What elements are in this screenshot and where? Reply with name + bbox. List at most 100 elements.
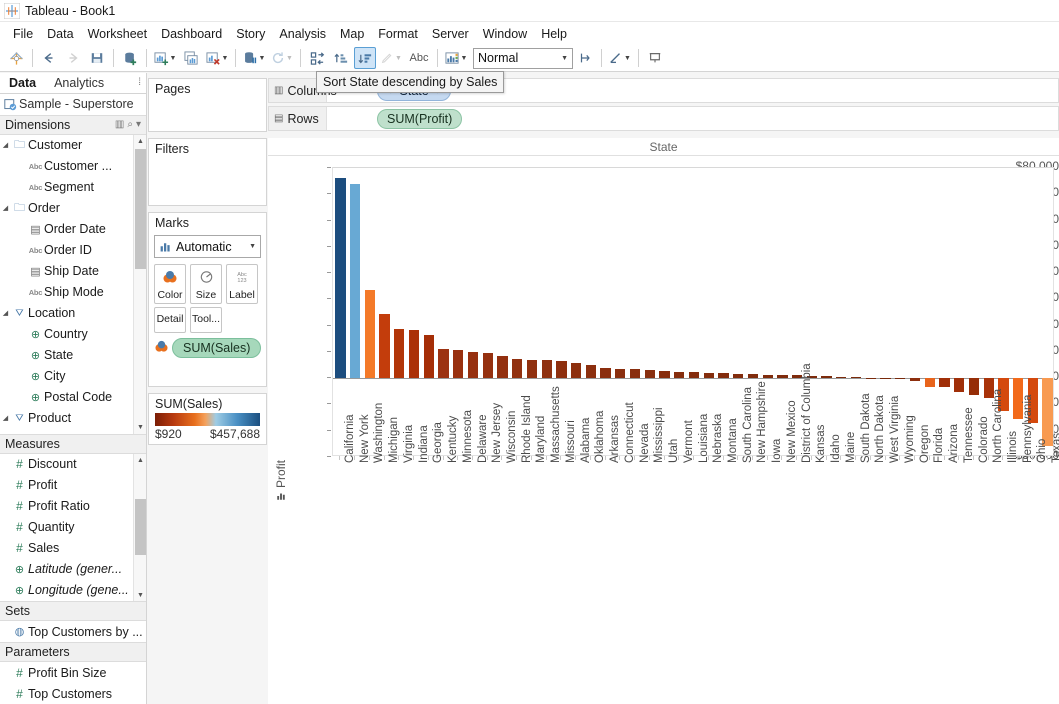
expand-arrow-icon[interactable]: ◢	[0, 141, 11, 149]
bar[interactable]	[821, 376, 831, 378]
bar[interactable]	[527, 360, 537, 378]
measures-list[interactable]: #Discount#Profit#Profit Ratio#Quantity#S…	[0, 454, 146, 602]
chevron-down-icon[interactable]: ▼	[259, 55, 266, 62]
dimensions-list[interactable]: ◢🗀CustomerAbcCustomer ...AbcSegment◢🗀Ord…	[0, 135, 146, 434]
sort-ascending-icon[interactable]	[330, 47, 352, 69]
back-arrow-icon[interactable]	[38, 47, 60, 69]
menu-item-help[interactable]: Help	[534, 24, 574, 44]
field-item[interactable]: #Quantity	[0, 517, 146, 538]
field-item[interactable]: ▤Ship Date	[0, 261, 146, 282]
chevron-down-icon[interactable]: ▼	[286, 55, 293, 62]
scrollbar-thumb[interactable]	[135, 499, 146, 555]
chevron-down-icon[interactable]: ▾	[136, 119, 141, 130]
bar[interactable]	[497, 356, 507, 378]
new-worksheet-icon[interactable]: ▼	[152, 47, 178, 69]
menu-item-dashboard[interactable]: Dashboard	[154, 24, 229, 44]
expand-arrow-icon[interactable]: ◢	[0, 309, 11, 317]
bar[interactable]	[600, 368, 610, 379]
scrollbar[interactable]: ▲▼	[133, 454, 146, 602]
save-icon[interactable]	[86, 47, 108, 69]
group-by-folder-icon[interactable]: ▥	[115, 119, 124, 130]
field-item[interactable]: #Discount	[0, 454, 146, 475]
size-button[interactable]: Size	[190, 264, 222, 304]
field-item[interactable]: #Profit	[0, 475, 146, 496]
bar[interactable]	[453, 350, 463, 378]
chevron-down-icon[interactable]: ▼	[222, 55, 229, 62]
menu-item-file[interactable]: File	[6, 24, 40, 44]
sort-descending-icon[interactable]	[354, 47, 376, 69]
bar[interactable]	[954, 378, 964, 392]
scrollbar-thumb[interactable]	[135, 149, 146, 269]
menu-item-story[interactable]: Story	[229, 24, 272, 44]
chevron-down-icon[interactable]: ▼	[249, 243, 256, 250]
scroll-up-arrow-icon[interactable]: ▲	[134, 454, 146, 467]
detail-button[interactable]: Detail	[154, 307, 186, 333]
bar[interactable]	[586, 365, 596, 378]
field-item[interactable]: ⊕State	[0, 345, 146, 366]
tab-analytics[interactable]: Analytics	[45, 74, 113, 92]
menu-item-map[interactable]: Map	[333, 24, 371, 44]
bar[interactable]	[645, 370, 655, 378]
field-item[interactable]: #Profit Bin Size	[0, 662, 146, 683]
swap-rows-columns-icon[interactable]	[306, 47, 328, 69]
field-item[interactable]: ◢⛛Product	[0, 408, 146, 429]
bar[interactable]	[335, 178, 345, 379]
bar[interactable]	[880, 378, 890, 379]
bar[interactable]	[468, 352, 478, 378]
field-item[interactable]: ◍Top Customers by ...	[0, 621, 146, 642]
highlight-icon[interactable]: ▼	[378, 47, 404, 69]
bar[interactable]	[939, 378, 949, 387]
rows-shelf[interactable]: ▤ Rows SUM(Profit)	[268, 106, 1059, 131]
new-data-source-icon[interactable]	[119, 47, 141, 69]
bar[interactable]	[556, 361, 566, 378]
bar[interactable]	[748, 374, 758, 378]
field-item[interactable]: AbcSegment	[0, 177, 146, 198]
refresh-icon[interactable]: ▼	[269, 47, 295, 69]
bar[interactable]	[763, 375, 773, 378]
tableau-home-icon[interactable]	[5, 47, 27, 69]
tab-data[interactable]: Data	[0, 74, 45, 92]
bar[interactable]	[438, 349, 448, 378]
chevron-down-icon[interactable]: ▼	[624, 55, 631, 62]
show-me-icon[interactable]: ▼	[443, 47, 469, 69]
menu-item-worksheet[interactable]: Worksheet	[81, 24, 155, 44]
rows-shelf-drop[interactable]: SUM(Profit)	[327, 109, 1058, 129]
bar[interactable]	[365, 290, 375, 378]
bar[interactable]	[777, 375, 787, 378]
bar[interactable]	[925, 378, 935, 387]
chevron-down-icon[interactable]: ▼	[461, 55, 468, 62]
forward-arrow-icon[interactable]	[62, 47, 84, 69]
field-item[interactable]: AbcOrder ID	[0, 240, 146, 261]
bar[interactable]	[571, 363, 581, 378]
field-item[interactable]: ⊕City	[0, 366, 146, 387]
menu-item-data[interactable]: Data	[40, 24, 80, 44]
bar[interactable]	[483, 353, 493, 379]
field-item[interactable]: #Top Customers	[0, 683, 146, 704]
field-item[interactable]: ◢🗀Order	[0, 198, 146, 219]
fit-select[interactable]: Normal ▼	[473, 48, 573, 69]
expand-arrow-icon[interactable]: ◢	[0, 204, 11, 212]
bar[interactable]	[674, 372, 684, 378]
sets-list[interactable]: ◍Top Customers by ...	[0, 621, 146, 642]
parameters-list[interactable]: #Profit Bin Size#Top Customers	[0, 662, 146, 704]
bar[interactable]	[733, 374, 743, 379]
pause-auto-update-icon[interactable]: ▼	[241, 47, 267, 69]
field-item[interactable]: AbcCustomer ...	[0, 156, 146, 177]
field-item[interactable]: AbcCategory	[0, 429, 146, 434]
bar[interactable]	[615, 369, 625, 378]
menu-item-analysis[interactable]: Analysis	[272, 24, 333, 44]
bar[interactable]	[704, 373, 714, 378]
datasource-row[interactable]: Sample - Superstore	[0, 94, 146, 115]
chevron-down-icon[interactable]: ▼	[170, 55, 177, 62]
menu-item-window[interactable]: Window	[476, 24, 534, 44]
bar[interactable]	[379, 314, 389, 378]
bar[interactable]	[718, 373, 728, 378]
scroll-down-arrow-icon[interactable]: ▼	[134, 589, 146, 602]
field-item[interactable]: ⊕Postal Code	[0, 387, 146, 408]
tooltip-button[interactable]: Tool...	[190, 307, 222, 333]
field-item[interactable]: ⊕Longitude (gene...	[0, 580, 146, 601]
clear-sheet-icon[interactable]: ▼	[204, 47, 230, 69]
presentation-mode-icon[interactable]	[644, 47, 666, 69]
bar[interactable]	[542, 360, 552, 378]
bar[interactable]	[895, 378, 905, 379]
